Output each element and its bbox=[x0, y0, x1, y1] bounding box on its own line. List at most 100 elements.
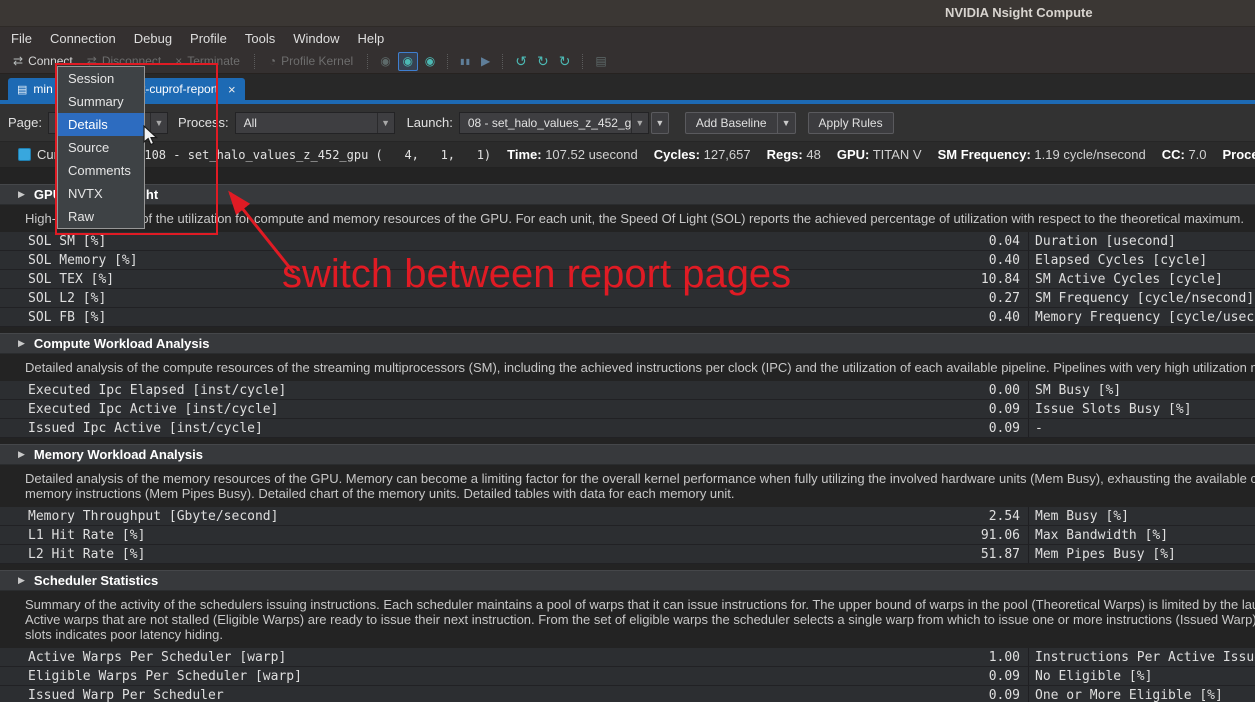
expand-arrow-icon: ▶ bbox=[18, 189, 25, 200]
kernel-stat-regs: Regs: 48 bbox=[767, 147, 821, 162]
step-forward-icon[interactable]: ↻ bbox=[559, 53, 571, 70]
table-row: Eligible Warps Per Scheduler [warp] 0.09… bbox=[0, 667, 1255, 686]
toolbar-separator bbox=[367, 54, 368, 69]
metric-name-2: SM Active Cycles [cycle] bbox=[1028, 270, 1255, 288]
metric-name: L2 Hit Rate [%] bbox=[0, 547, 928, 562]
launch-dropdown-button[interactable]: ▼ bbox=[651, 112, 669, 134]
step-back-icon[interactable]: ↺ bbox=[515, 53, 527, 70]
start-activity-icon[interactable]: ◉ bbox=[380, 54, 390, 68]
section-header[interactable]: ▶ Memory Workload Analysis bbox=[0, 444, 1255, 465]
menu-window[interactable]: Window bbox=[284, 27, 348, 49]
process-select[interactable]: All ▼ bbox=[235, 112, 395, 134]
description-line: Summary of the activity of the scheduler… bbox=[25, 597, 1255, 612]
tab-bar: ▤ min t-cuprof-report × bbox=[0, 74, 1255, 100]
table-row: SOL FB [%] 0.40 Memory Frequency [cycle/… bbox=[0, 308, 1255, 327]
menu-item-details[interactable]: Details bbox=[58, 113, 144, 136]
metric-value: 0.09 bbox=[928, 669, 1028, 684]
current-checkbox[interactable] bbox=[18, 148, 31, 161]
stat-value: 1.19 cycle/nsecond bbox=[1034, 147, 1145, 162]
metric-name-2: Mem Pipes Busy [%] bbox=[1028, 545, 1255, 563]
kernel-info-bar: Current 108 - set_halo_values_z_452_gpu … bbox=[0, 142, 1255, 168]
kernel-stat-gpu: GPU: TITAN V bbox=[837, 147, 922, 162]
report-details-page: ▶ GPU Speed Of Light High-level overview… bbox=[0, 168, 1255, 702]
kernel-name: 108 - set_halo_values_z_452_gpu ( 4, 1, … bbox=[144, 148, 491, 162]
titlebar: NVIDIA Nsight Compute bbox=[0, 0, 1255, 27]
stat-value: TITAN V bbox=[873, 147, 922, 162]
menu-item-comments[interactable]: Comments bbox=[58, 159, 144, 182]
toolbar-separator bbox=[582, 54, 583, 69]
menu-profile[interactable]: Profile bbox=[181, 27, 236, 49]
table-row: Memory Throughput [Gbyte/second] 2.54 Me… bbox=[0, 507, 1255, 526]
menu-item-raw[interactable]: Raw bbox=[58, 205, 144, 228]
profile-kernel-label: Profile Kernel bbox=[281, 54, 353, 68]
section-header[interactable]: ▶ Compute Workload Analysis bbox=[0, 333, 1255, 354]
metric-name-2: Instructions Per Active Issue Slot [inst… bbox=[1028, 648, 1255, 666]
section-compute-workload-analysis: ▶ Compute Workload Analysis Detailed ana… bbox=[0, 333, 1255, 438]
report-icon[interactable]: ▤ bbox=[595, 54, 606, 68]
profile-kernel-button[interactable]: ◔ Profile Kernel bbox=[262, 49, 360, 73]
connect-icon: ⇄ bbox=[13, 54, 23, 68]
metric-name: SOL SM [%] bbox=[0, 234, 928, 249]
metric-name: Eligible Warps Per Scheduler [warp] bbox=[0, 669, 928, 684]
table-row: Executed Ipc Active [inst/cycle] 0.09 Is… bbox=[0, 400, 1255, 419]
stat-label: GPU: bbox=[837, 147, 870, 162]
section-title: Scheduler Statistics bbox=[34, 573, 158, 588]
metric-name-2: Elapsed Cycles [cycle] bbox=[1028, 251, 1255, 269]
menu-help[interactable]: Help bbox=[349, 27, 394, 49]
add-baseline-dropdown-button[interactable]: ▼ bbox=[778, 112, 796, 134]
section-description: Detailed analysis of the compute resourc… bbox=[0, 360, 1255, 375]
auto-profile-toggle[interactable]: ◉ bbox=[398, 52, 418, 71]
menu-item-summary[interactable]: Summary bbox=[58, 90, 144, 113]
section-description: Detailed analysis of the memory resource… bbox=[0, 471, 1255, 501]
metric-name-2: Max Bandwidth [%] bbox=[1028, 526, 1255, 544]
nsight-compute-window: NVIDIA Nsight Compute File Connection De… bbox=[0, 0, 1255, 702]
menu-item-source[interactable]: Source bbox=[58, 136, 144, 159]
section-scheduler-statistics: ▶ Scheduler Statistics Summary of the ac… bbox=[0, 570, 1255, 702]
description-line: memory instructions (Mem Pipes Busy). De… bbox=[25, 486, 1255, 501]
stat-label: Regs: bbox=[767, 147, 803, 162]
section-header[interactable]: ▶ GPU Speed Of Light bbox=[0, 184, 1255, 205]
metric-name-2: SM Frequency [cycle/nsecond] bbox=[1028, 289, 1255, 307]
metric-value: 51.87 bbox=[928, 547, 1028, 562]
toolbar-separator bbox=[447, 54, 448, 69]
metric-name-2: SM Busy [%] bbox=[1028, 381, 1255, 399]
resume-icon[interactable]: ▶ bbox=[481, 54, 490, 68]
run-to-next-kernel-icon[interactable]: ↻ bbox=[537, 53, 549, 70]
toolbar: ⇄ Connect ⇄ Disconnect × Terminate ◔ Pro… bbox=[0, 49, 1255, 74]
page-label: Page: bbox=[8, 115, 42, 130]
chevron-down-icon: ▼ bbox=[377, 113, 394, 133]
baseline-profile-icon[interactable]: ◉ bbox=[425, 54, 435, 68]
pause-icon[interactable]: ▮▮ bbox=[460, 57, 471, 66]
metric-name: SOL FB [%] bbox=[0, 310, 928, 325]
window-title: NVIDIA Nsight Compute bbox=[945, 5, 1093, 20]
page-bar: Page: Details ▼ Process: All ▼ Launch: 0… bbox=[0, 104, 1255, 142]
tab-cuprof-report[interactable]: t-cuprof-report × bbox=[133, 78, 245, 100]
metric-name-2: Duration [usecond] bbox=[1028, 232, 1255, 250]
description-line: slots indicates poor latency hiding. bbox=[25, 627, 1255, 642]
menu-item-nvtx[interactable]: NVTX bbox=[58, 182, 144, 205]
tab-close-icon[interactable]: × bbox=[228, 82, 236, 97]
metric-name: Memory Throughput [Gbyte/second] bbox=[0, 509, 928, 524]
menu-item-session[interactable]: Session bbox=[58, 67, 144, 90]
menu-file[interactable]: File bbox=[2, 27, 41, 49]
section-description: Summary of the activity of the scheduler… bbox=[0, 597, 1255, 642]
launch-select[interactable]: 08 - set_halo_values_z_452_gpu ▼ bbox=[459, 112, 649, 134]
launch-label: Launch: bbox=[407, 115, 453, 130]
menu-connection[interactable]: Connection bbox=[41, 27, 125, 49]
add-baseline-button[interactable]: Add Baseline bbox=[685, 112, 778, 134]
apply-rules-button[interactable]: Apply Rules bbox=[808, 112, 894, 134]
kernel-stat-cycles: Cycles: 127,657 bbox=[654, 147, 751, 162]
section-header[interactable]: ▶ Scheduler Statistics bbox=[0, 570, 1255, 591]
metric-name-2: Issue Slots Busy [%] bbox=[1028, 400, 1255, 418]
expand-arrow-icon: ▶ bbox=[18, 449, 25, 460]
table-row: L2 Hit Rate [%] 51.87 Mem Pipes Busy [%] bbox=[0, 545, 1255, 564]
section-memory-workload-analysis: ▶ Memory Workload Analysis Detailed anal… bbox=[0, 444, 1255, 564]
table-row: SOL SM [%] 0.04 Duration [usecond] bbox=[0, 232, 1255, 251]
metric-name: SOL TEX [%] bbox=[0, 272, 928, 287]
terminate-button[interactable]: × Terminate bbox=[168, 49, 247, 73]
menu-debug[interactable]: Debug bbox=[125, 27, 181, 49]
process-select-value: All bbox=[236, 116, 377, 130]
toolbar-separator bbox=[502, 54, 503, 69]
menu-tools[interactable]: Tools bbox=[236, 27, 284, 49]
metric-name-2: Mem Busy [%] bbox=[1028, 507, 1255, 525]
